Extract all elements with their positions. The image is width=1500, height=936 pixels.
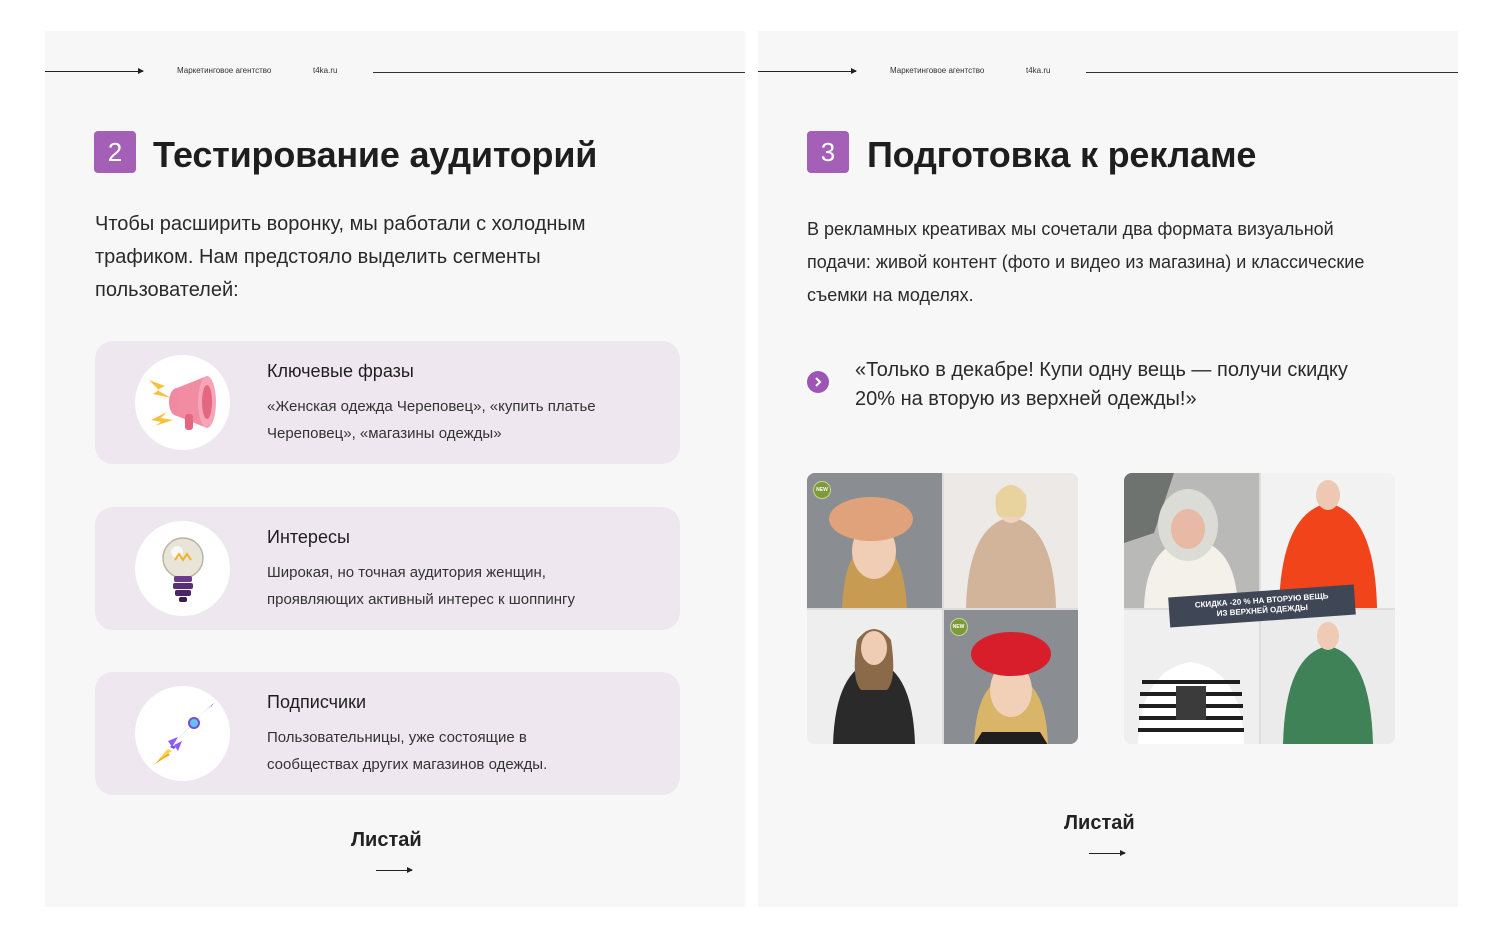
megaphone-icon [135, 355, 230, 450]
intro-line: пользователей: [95, 279, 239, 301]
intro-line: съемки на моделях. [807, 285, 974, 305]
card-line: сообществах других магазинов одежды. [267, 756, 548, 773]
step-number-badge: 3 [807, 131, 849, 173]
site-link[interactable]: t4ka.ru [313, 66, 337, 75]
header-divider [1086, 72, 1458, 73]
header-arrow-icon [758, 68, 857, 74]
intro-line: трафиком. Нам предстояло выделить сегмен… [95, 246, 541, 268]
intro-text: В рекламных креативах мы сочетали два фо… [807, 213, 1364, 312]
rocket-icon [135, 686, 230, 781]
quote-line: «Только в декабре! Купи одну вещь — полу… [855, 359, 1348, 381]
header-divider [373, 72, 745, 73]
chevron-right-icon [807, 371, 829, 393]
slide-header: Маркетинговое агентство t4ka.ru [758, 65, 1458, 79]
card-title: Подписчики [267, 692, 367, 712]
card-title: Интересы [267, 527, 350, 547]
creative-collage-store: ‹ СКИДКА -20 % НА ВТОРУЮ ВЕЩЬ [1124, 473, 1395, 744]
swipe-arrow-icon[interactable] [376, 867, 413, 873]
segment-card-interests: Интересы Широкая, но точная аудитория же… [95, 507, 680, 630]
quote-line: 20% на вторую из верхней одежды!» [855, 388, 1197, 410]
intro-line: подачи: живой контент (фото и видео из м… [807, 252, 1365, 272]
agency-label: Маркетинговое агентство [890, 66, 985, 75]
card-description: «Женская одежда Череповец», «купить плат… [267, 393, 667, 447]
promo-quote: «Только в декабре! Купи одну вещь — полу… [855, 356, 1395, 414]
swipe-label[interactable]: Листай [1064, 812, 1135, 835]
card-title: Ключевые фразы [267, 361, 414, 381]
header-arrow-icon [45, 68, 144, 74]
card-line: Широкая, но точная аудитория женщин, [267, 564, 546, 581]
segment-card-keywords: Ключевые фразы «Женская одежда Череповец… [95, 341, 680, 464]
page-title: Подготовка к рекламе [867, 134, 1257, 175]
step-number-badge: 2 [94, 131, 136, 173]
card-description: Пользовательницы, уже состоящие в сообще… [267, 724, 667, 778]
photo-model-black-jacket [807, 609, 942, 744]
new-badge: NEW [949, 617, 968, 636]
card-line: Пользовательницы, уже состоящие в [267, 729, 527, 746]
creative-collage-models: NEW NEW [807, 473, 1078, 744]
lightbulb-icon [135, 521, 230, 616]
photo-model-red-beret: NEW [943, 609, 1078, 744]
swipe-label[interactable]: Листай [351, 829, 422, 852]
photo-store-green-coat [1260, 609, 1395, 744]
photo-store-striped-sweater [1124, 609, 1259, 744]
intro-line: Чтобы расширить воронку, мы работали с х… [95, 213, 586, 235]
slide-audience-testing: Маркетинговое агентство t4ka.ru 2 Тестир… [45, 31, 745, 907]
card-description: Широкая, но точная аудитория женщин, про… [267, 559, 667, 613]
photo-model-beige-jacket [943, 473, 1078, 608]
card-line: проявляющих активный интерес к шоппингу [267, 591, 576, 608]
card-line: «Женская одежда Череповец», «купить плат… [267, 398, 596, 415]
slide-header: Маркетинговое агентство t4ka.ru [45, 65, 745, 79]
agency-label: Маркетинговое агентство [177, 66, 272, 75]
slide-ad-preparation: Маркетинговое агентство t4ka.ru 3 Подгот… [758, 31, 1458, 907]
photo-store-balaclava [1124, 473, 1259, 608]
intro-line: В рекламных креативах мы сочетали два фо… [807, 219, 1334, 239]
page-title: Тестирование аудиторий [153, 134, 598, 175]
photo-model-beret-pink: NEW [807, 473, 942, 608]
site-link[interactable]: t4ka.ru [1026, 66, 1050, 75]
segment-card-subscribers: Подписчики Пользовательницы, уже состоящ… [95, 672, 680, 795]
card-line: Череповец», «магазины одежды» [267, 425, 502, 442]
swipe-arrow-icon[interactable] [1089, 850, 1126, 856]
intro-text: Чтобы расширить воронку, мы работали с х… [95, 208, 586, 307]
new-badge: NEW [813, 481, 831, 499]
